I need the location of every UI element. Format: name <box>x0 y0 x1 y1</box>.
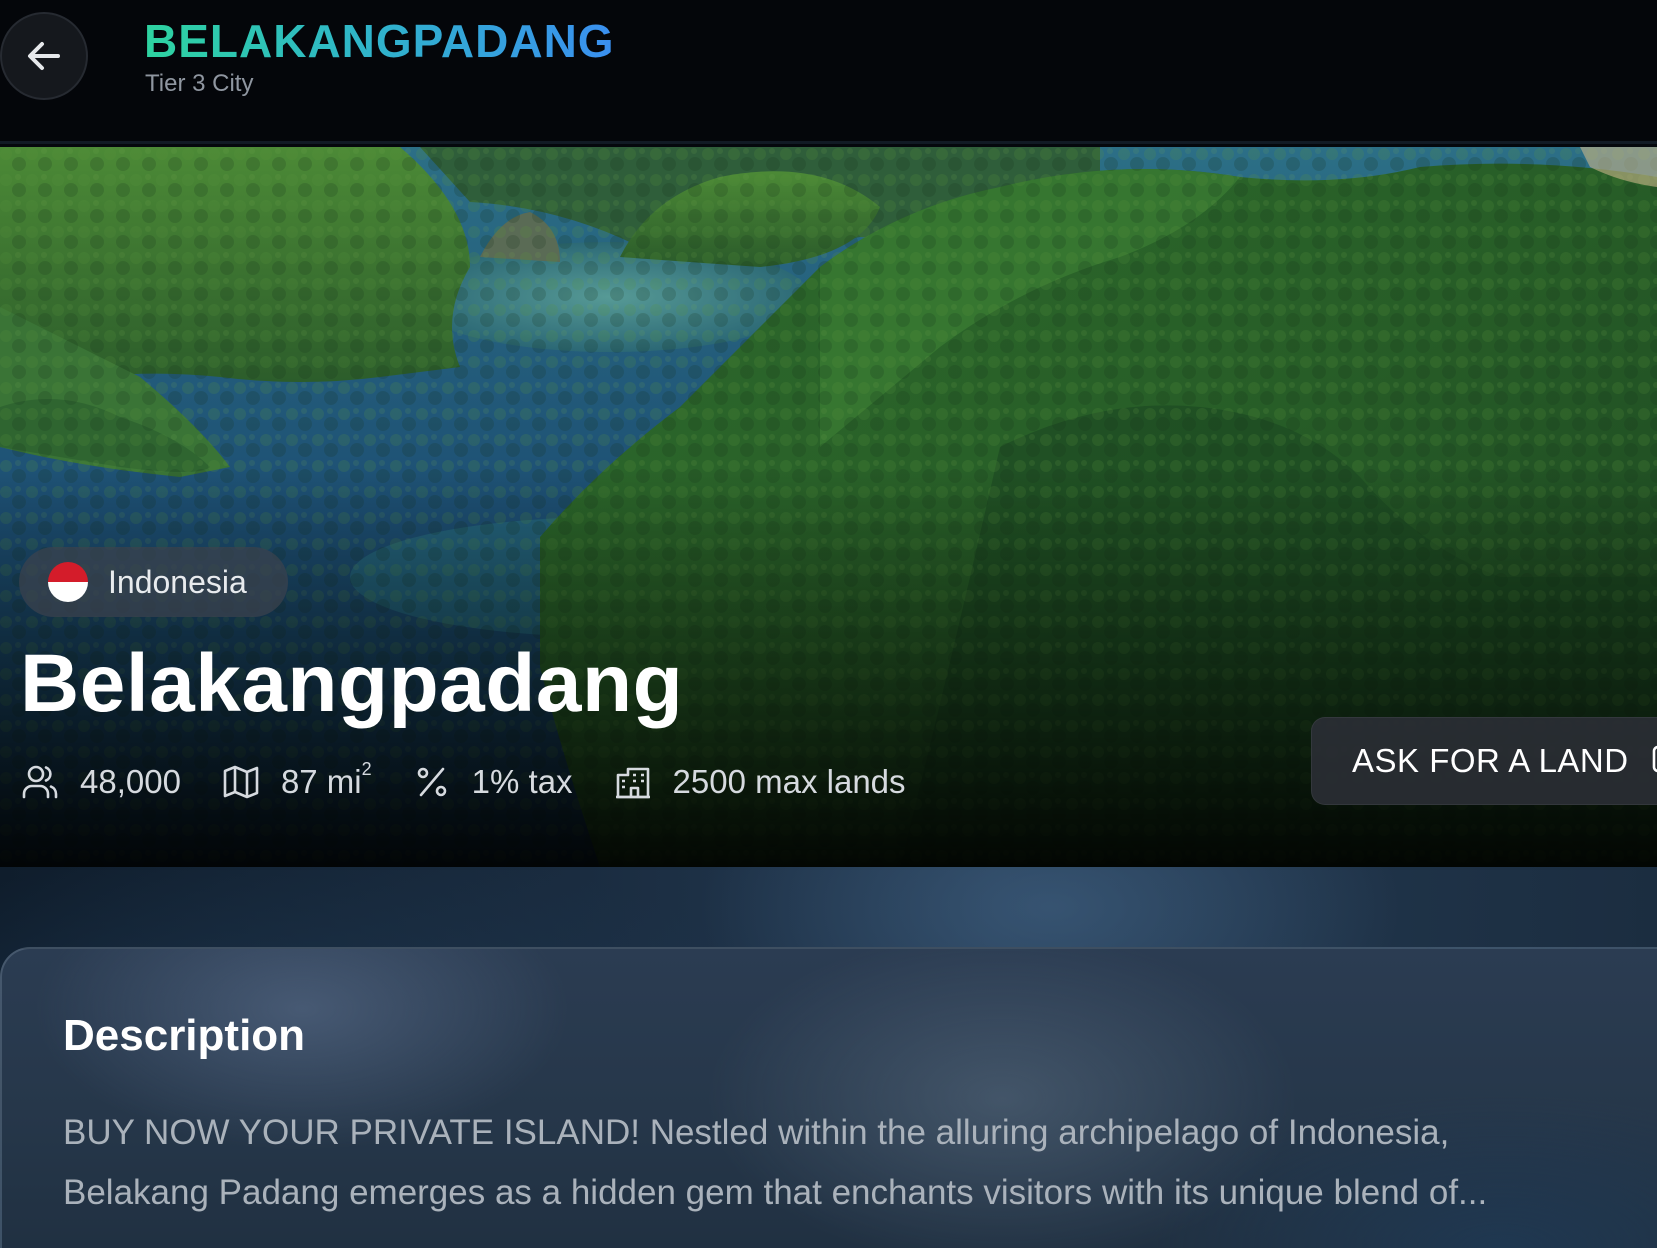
city-name: Belakangpadang <box>20 638 684 729</box>
stat-population: 48,000 <box>20 762 181 802</box>
building-icon <box>613 762 653 802</box>
description-line-1: BUY NOW YOUR PRIVATE ISLAND! Nestled wit… <box>63 1113 1450 1152</box>
stat-tax: 1% tax <box>412 762 573 802</box>
land-icon <box>1651 741 1657 782</box>
arrow-left-icon <box>28 42 60 70</box>
ask-for-land-label: ASK FOR A LAND <box>1352 742 1629 779</box>
tax-value: 1% tax <box>471 763 573 800</box>
ask-for-land-button[interactable]: ASK FOR A LAND <box>1311 717 1657 805</box>
back-button[interactable] <box>0 12 88 100</box>
area-value: 87 mi2 <box>280 759 372 800</box>
hero-banner: Indonesia Belakangpadang 48,000 87 mi2 1… <box>0 147 1657 867</box>
description-line-2: Belakang Padang emerges as a hidden gem … <box>63 1173 1488 1212</box>
description-title: Description <box>63 1011 306 1060</box>
country-chip[interactable]: Indonesia <box>19 547 288 617</box>
stat-max-lands: 2500 max lands <box>613 762 906 802</box>
area-unit-exponent: 2 <box>361 759 372 779</box>
header-title: BELAKANGPADANG <box>144 15 615 67</box>
description-text: BUY NOW YOUR PRIVATE ISLAND! Nestled wit… <box>63 1103 1643 1223</box>
map-icon <box>221 762 261 802</box>
content-section: Description BUY NOW YOUR PRIVATE ISLAND!… <box>0 867 1657 1248</box>
users-icon <box>20 762 60 802</box>
percent-icon <box>412 762 452 802</box>
population-value: 48,000 <box>80 763 181 800</box>
max-lands-value: 2500 max lands <box>672 763 906 800</box>
stat-area: 87 mi2 <box>221 759 372 802</box>
country-name: Indonesia <box>108 563 247 600</box>
indonesia-flag-icon <box>48 562 88 602</box>
city-stats: 48,000 87 mi2 1% tax 2500 max lands <box>20 759 946 805</box>
header-subtitle: Tier 3 City <box>145 70 254 97</box>
top-bar: BELAKANGPADANG Tier 3 City <box>0 0 1657 144</box>
description-card: Description BUY NOW YOUR PRIVATE ISLAND!… <box>0 947 1657 1248</box>
page: BELAKANGPADANG Tier 3 City Indonesia Bel… <box>0 0 1657 1248</box>
